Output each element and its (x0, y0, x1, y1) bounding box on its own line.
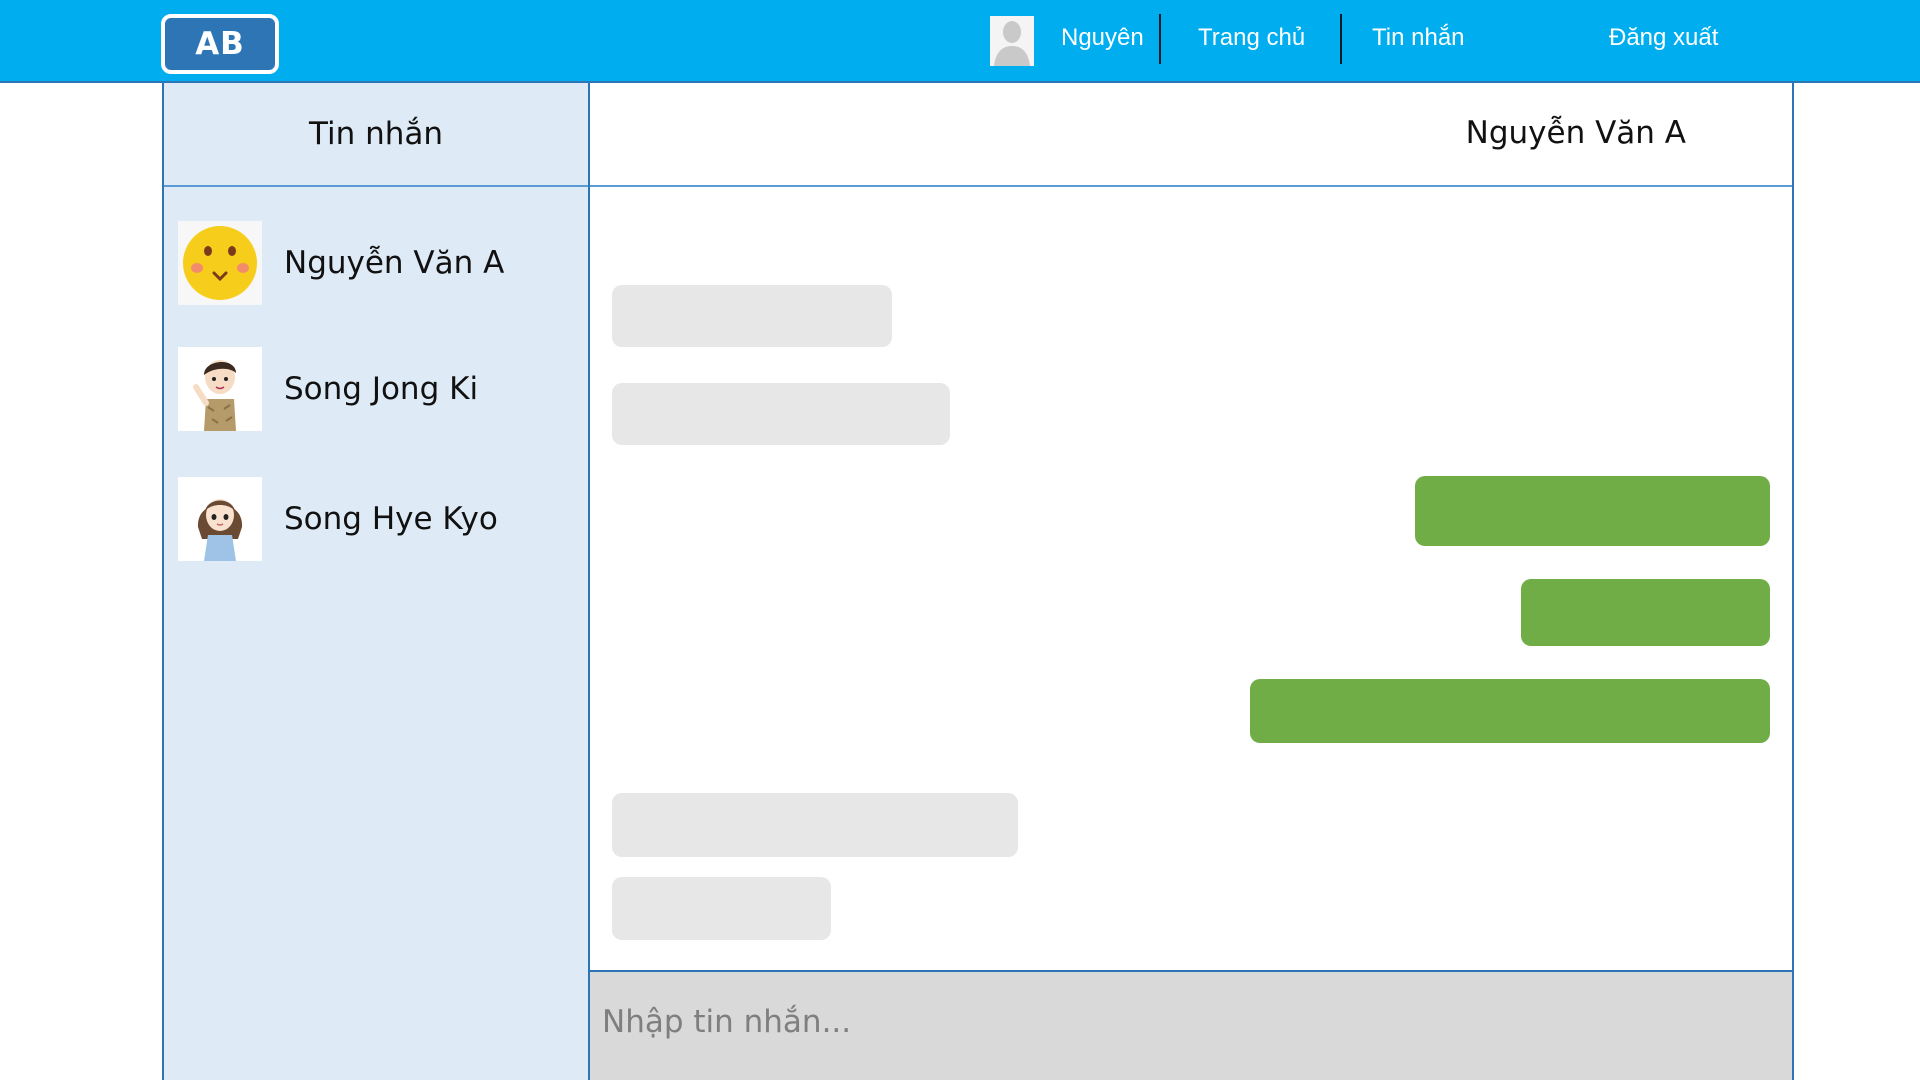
contact-item[interactable]: Nguyễn Văn A (178, 220, 578, 306)
nav-messages-link[interactable]: Tin nhắn (1372, 24, 1465, 52)
user-avatar-icon[interactable] (990, 16, 1034, 66)
incoming-message-bubble (612, 285, 892, 347)
chat-panel: Nguyễn Văn A (590, 83, 1794, 1080)
top-navbar: AB Nguyên Trang chủ Tin nhắn Đăng xuất (0, 0, 1920, 83)
smiley-emoji-icon (178, 221, 262, 305)
outgoing-message-bubble (1415, 476, 1770, 546)
chat-contact-name: Nguyễn Văn A (1465, 115, 1686, 151)
sidebar-title: Tin nhắn (164, 83, 588, 187)
nav-logout-link[interactable]: Đăng xuất (1609, 24, 1718, 52)
contact-name: Nguyễn Văn A (284, 245, 505, 281)
nav-divider (1159, 14, 1161, 64)
cartoon-man-avatar (178, 347, 262, 431)
incoming-message-bubble (612, 383, 950, 445)
nav-divider (1340, 14, 1342, 64)
cartoon-woman-avatar (178, 477, 262, 561)
chat-header: Nguyễn Văn A (590, 83, 1792, 187)
contact-name: Song Hye Kyo (284, 501, 498, 537)
incoming-message-bubble (612, 793, 1018, 857)
conversation-sidebar: Tin nhắn Nguyễn Văn A Song Jong Ki Song … (162, 83, 590, 1080)
outgoing-message-bubble (1521, 579, 1770, 646)
message-composer (590, 970, 1792, 1080)
nav-user-name[interactable]: Nguyên (1061, 24, 1144, 52)
message-input[interactable] (602, 990, 1752, 1054)
nav-home-link[interactable]: Trang chủ (1198, 24, 1305, 52)
outgoing-message-bubble (1250, 679, 1770, 743)
brand-logo[interactable]: AB (161, 14, 279, 74)
contact-item[interactable]: Song Jong Ki (178, 346, 578, 432)
contact-name: Song Jong Ki (284, 371, 479, 407)
incoming-message-bubble (612, 877, 831, 940)
contact-item[interactable]: Song Hye Kyo (178, 476, 578, 562)
